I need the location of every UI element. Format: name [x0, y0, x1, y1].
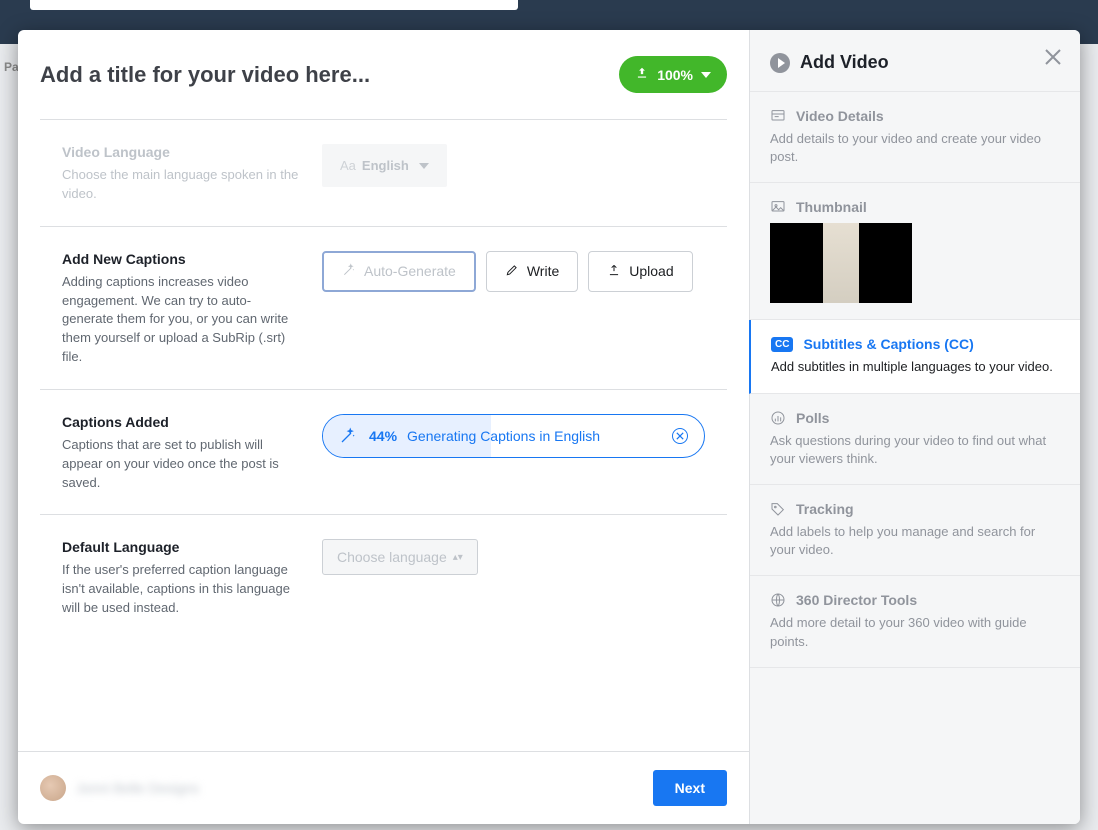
button-label: Auto-Generate	[364, 263, 456, 279]
tag-icon	[770, 501, 786, 517]
nav-item-desc: Add details to your video and create you…	[770, 130, 1060, 166]
nav-item-title: Subtitles & Captions (CC)	[803, 336, 973, 352]
close-button[interactable]	[1044, 48, 1062, 66]
details-icon	[770, 108, 786, 124]
sort-icon: ▴▾	[453, 552, 463, 563]
section-title: Video Language	[62, 144, 302, 160]
nav-polls[interactable]: Polls Ask questions during your video to…	[750, 394, 1080, 485]
right-nav: Video Details Add details to your video …	[750, 91, 1080, 668]
image-icon	[770, 199, 786, 215]
cc-icon: CC	[771, 337, 793, 352]
nav-360-tools[interactable]: 360 Director Tools Add more detail to yo…	[750, 576, 1080, 667]
section-default-language: Default Language If the user's preferred…	[40, 515, 727, 640]
write-button[interactable]: Write	[486, 251, 578, 292]
language-value: English	[362, 158, 409, 173]
right-panel: Add Video Video Details Add details to y…	[750, 30, 1080, 824]
nav-item-desc: Add labels to help you manage and search…	[770, 523, 1060, 559]
nav-thumbnail[interactable]: Thumbnail	[750, 183, 1080, 320]
avatar	[40, 775, 66, 801]
wand-icon	[342, 263, 356, 280]
nav-item-title: Tracking	[796, 501, 854, 517]
left-header: 100%	[18, 30, 749, 105]
default-language-selector[interactable]: Choose language ▴▾	[322, 539, 478, 575]
section-desc: Adding captions increases video engageme…	[62, 273, 302, 367]
section-captions-added: Captions Added Captions that are set to …	[40, 390, 727, 516]
nav-item-title: 360 Director Tools	[796, 592, 917, 608]
section-desc: Captions that are set to publish will ap…	[62, 436, 302, 493]
section-title: Captions Added	[62, 414, 302, 430]
auto-generate-button[interactable]: Auto-Generate	[322, 251, 476, 292]
next-button[interactable]: Next	[653, 770, 727, 806]
right-heading: Add Video	[800, 52, 889, 73]
wand-icon	[339, 427, 357, 445]
language-prefix: Aa	[340, 158, 356, 173]
chevron-down-icon	[701, 72, 711, 78]
polls-icon	[770, 410, 786, 426]
nav-tracking[interactable]: Tracking Add labels to help you manage a…	[750, 485, 1080, 576]
left-panel: 100% Video Language Choose the main lang…	[18, 30, 750, 824]
right-header: Add Video	[750, 30, 1080, 91]
nav-item-desc: Ask questions during your video to find …	[770, 432, 1060, 468]
thumbnail-preview	[770, 223, 912, 303]
nav-item-title: Thumbnail	[796, 199, 867, 215]
progress-text: Generating Captions in English	[407, 428, 672, 444]
globe-icon	[770, 592, 786, 608]
button-label: Write	[527, 263, 559, 279]
nav-item-title: Polls	[796, 410, 829, 426]
left-footer: Jonni Belle Designs Next	[18, 751, 749, 824]
video-language-selector[interactable]: Aa English	[322, 144, 447, 187]
progress-percent: 44%	[369, 428, 397, 444]
bg-text-page: Pa	[4, 60, 19, 74]
upload-progress-pill[interactable]: 100%	[619, 56, 727, 93]
section-title: Add New Captions	[62, 251, 302, 267]
section-add-captions: Add New Captions Adding captions increas…	[40, 227, 727, 390]
play-icon	[770, 53, 790, 73]
nav-subtitles-captions[interactable]: CC Subtitles & Captions (CC) Add subtitl…	[749, 320, 1080, 393]
nav-item-desc: Add more detail to your 360 video with g…	[770, 614, 1060, 650]
pencil-icon	[505, 263, 519, 280]
upload-icon	[607, 263, 621, 280]
video-title-input[interactable]	[40, 62, 619, 88]
section-desc: Choose the main language spoken in the v…	[62, 166, 302, 204]
caption-generation-progress: 44% Generating Captions in English	[322, 414, 705, 458]
section-title: Default Language	[62, 539, 302, 555]
poster-name: Jonni Belle Designs	[76, 780, 199, 796]
nav-video-details[interactable]: Video Details Add details to your video …	[750, 92, 1080, 183]
section-video-language: Video Language Choose the main language …	[40, 120, 727, 227]
nav-item-desc: Add subtitles in multiple languages to y…	[771, 358, 1060, 376]
nav-item-title: Video Details	[796, 108, 884, 124]
background-search	[30, 0, 518, 10]
upload-button[interactable]: Upload	[588, 251, 692, 292]
chevron-down-icon	[419, 163, 429, 169]
cancel-generation-button[interactable]	[672, 428, 688, 444]
button-label: Choose language	[337, 549, 447, 565]
upload-progress-text: 100%	[657, 67, 693, 83]
section-desc: If the user's preferred caption language…	[62, 561, 302, 618]
button-label: Upload	[629, 263, 673, 279]
upload-icon	[635, 66, 649, 83]
add-video-modal: 100% Video Language Choose the main lang…	[18, 30, 1080, 824]
